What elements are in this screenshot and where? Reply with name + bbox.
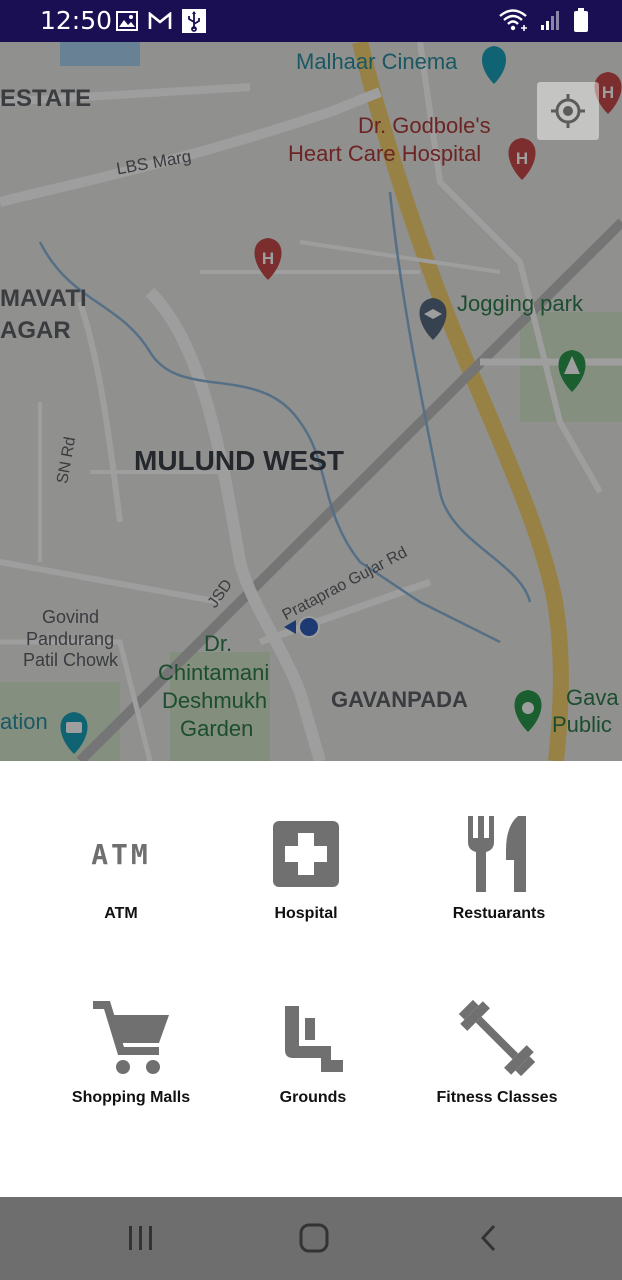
shopping-cart-icon [93, 1001, 169, 1074]
category-restaurants[interactable]: Restuarants [409, 809, 589, 923]
atm-icon: ATM [91, 838, 151, 871]
back-icon[interactable] [478, 1223, 500, 1253]
status-time: 12:50 [40, 6, 113, 35]
category-label: Restuarants [452, 905, 546, 922]
category-grounds[interactable]: Grounds [223, 993, 403, 1107]
category-sheet: ATM ATM Hospital Restuarants Shopping Ma… [0, 761, 622, 1197]
map-view[interactable]: H H H Malhaar Cinema ESTATE LBS Marg Dr.… [0, 42, 622, 761]
category-atm[interactable]: ATM ATM [31, 809, 211, 923]
seat-icon [285, 1006, 343, 1072]
image-icon [116, 11, 138, 31]
usb-icon [182, 9, 206, 33]
map-dim-overlay [0, 42, 622, 761]
svg-text:ATM: ATM [91, 838, 151, 871]
dumbbell-icon [458, 999, 536, 1077]
signal-icon [541, 11, 559, 30]
category-label: Hospital [274, 905, 338, 922]
crosshair-icon [551, 94, 585, 128]
category-label: ATM [104, 905, 138, 922]
home-icon[interactable] [298, 1222, 330, 1254]
category-label: Shopping Malls [71, 1089, 191, 1106]
my-location-button[interactable] [537, 82, 599, 140]
status-bar: 12:50 [0, 0, 622, 42]
gmail-icon [148, 12, 172, 29]
category-label: Grounds [279, 1089, 347, 1106]
system-nav-bar [0, 1197, 622, 1280]
category-shopping-malls[interactable]: Shopping Malls [41, 993, 221, 1107]
restaurant-icon [468, 816, 526, 892]
category-label: Fitness Classes [436, 1089, 558, 1106]
battery-icon [574, 8, 588, 32]
recent-apps-icon[interactable] [126, 1224, 156, 1252]
wifi-icon [499, 9, 527, 31]
category-hospital[interactable]: Hospital [216, 809, 396, 923]
hospital-icon [273, 821, 339, 887]
category-fitness-classes[interactable]: Fitness Classes [407, 993, 587, 1107]
